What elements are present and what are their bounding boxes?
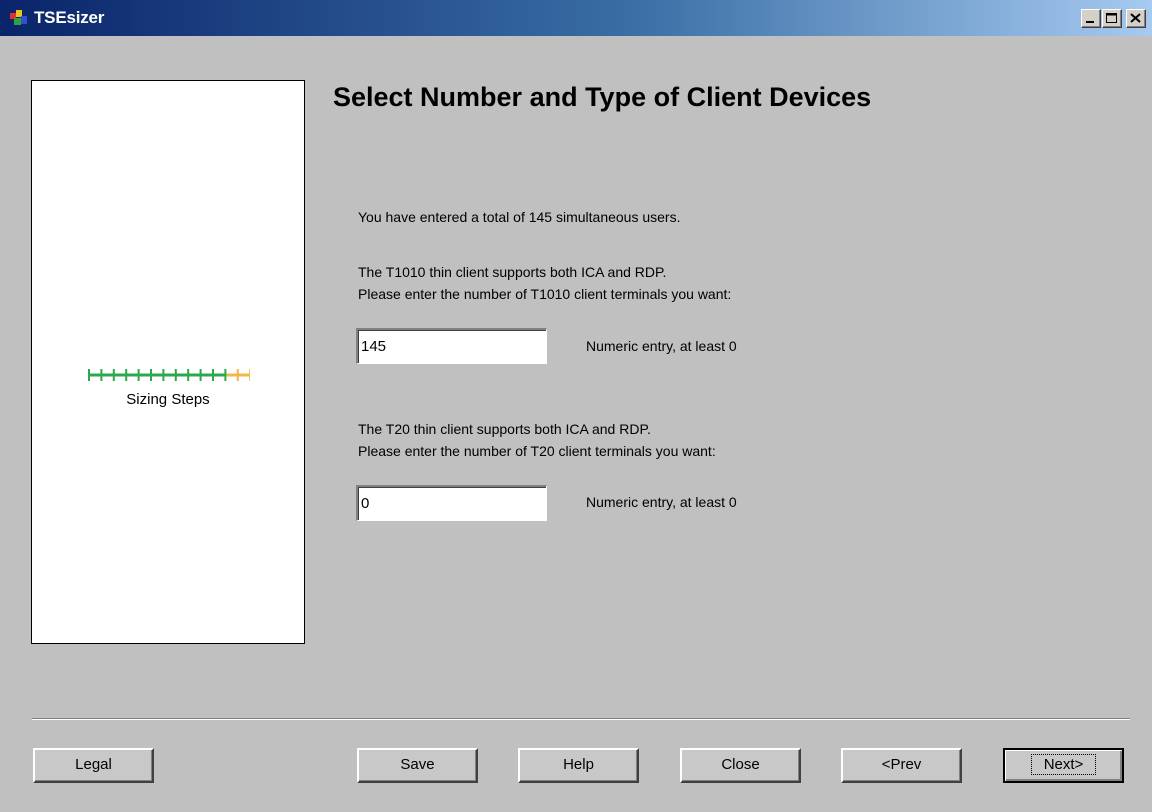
close-window-button[interactable] xyxy=(1126,9,1146,28)
minimize-icon xyxy=(1086,21,1094,23)
t1010-count-input[interactable] xyxy=(356,328,547,364)
minimize-button[interactable] xyxy=(1081,9,1101,28)
t20-count-input[interactable] xyxy=(356,485,547,521)
maximize-icon xyxy=(1106,13,1117,23)
next-button[interactable]: Next> xyxy=(1003,748,1124,783)
window-title: TSEsizer xyxy=(34,8,105,27)
t1010-prompt: Please enter the number of T1010 client … xyxy=(358,286,732,302)
legal-button[interactable]: Legal xyxy=(33,748,154,783)
prev-button[interactable]: <Prev xyxy=(841,748,962,783)
next-button-label: Next> xyxy=(1030,754,1097,775)
close-button[interactable]: Close xyxy=(680,748,801,783)
app-icon xyxy=(10,10,27,25)
sizing-steps-panel: Sizing Steps xyxy=(31,80,305,644)
title-bar: TSEsizer xyxy=(0,0,1152,36)
total-users-text: You have entered a total of 145 simultan… xyxy=(358,209,681,225)
save-button[interactable]: Save xyxy=(357,748,478,783)
t20-description: The T20 thin client supports both ICA an… xyxy=(358,421,651,437)
help-button[interactable]: Help xyxy=(518,748,639,783)
sizing-steps-label: Sizing Steps xyxy=(126,391,210,408)
t20-prompt: Please enter the number of T20 client te… xyxy=(358,443,716,459)
t20-hint: Numeric entry, at least 0 xyxy=(586,494,737,510)
t1010-description: The T1010 thin client supports both ICA … xyxy=(358,264,667,280)
sizing-steps-progress xyxy=(88,369,250,381)
page-title: Select Number and Type of Client Devices xyxy=(333,82,872,112)
maximize-button[interactable] xyxy=(1102,9,1122,28)
footer-separator xyxy=(32,718,1130,720)
t1010-hint: Numeric entry, at least 0 xyxy=(586,338,737,354)
close-icon xyxy=(1130,13,1141,23)
